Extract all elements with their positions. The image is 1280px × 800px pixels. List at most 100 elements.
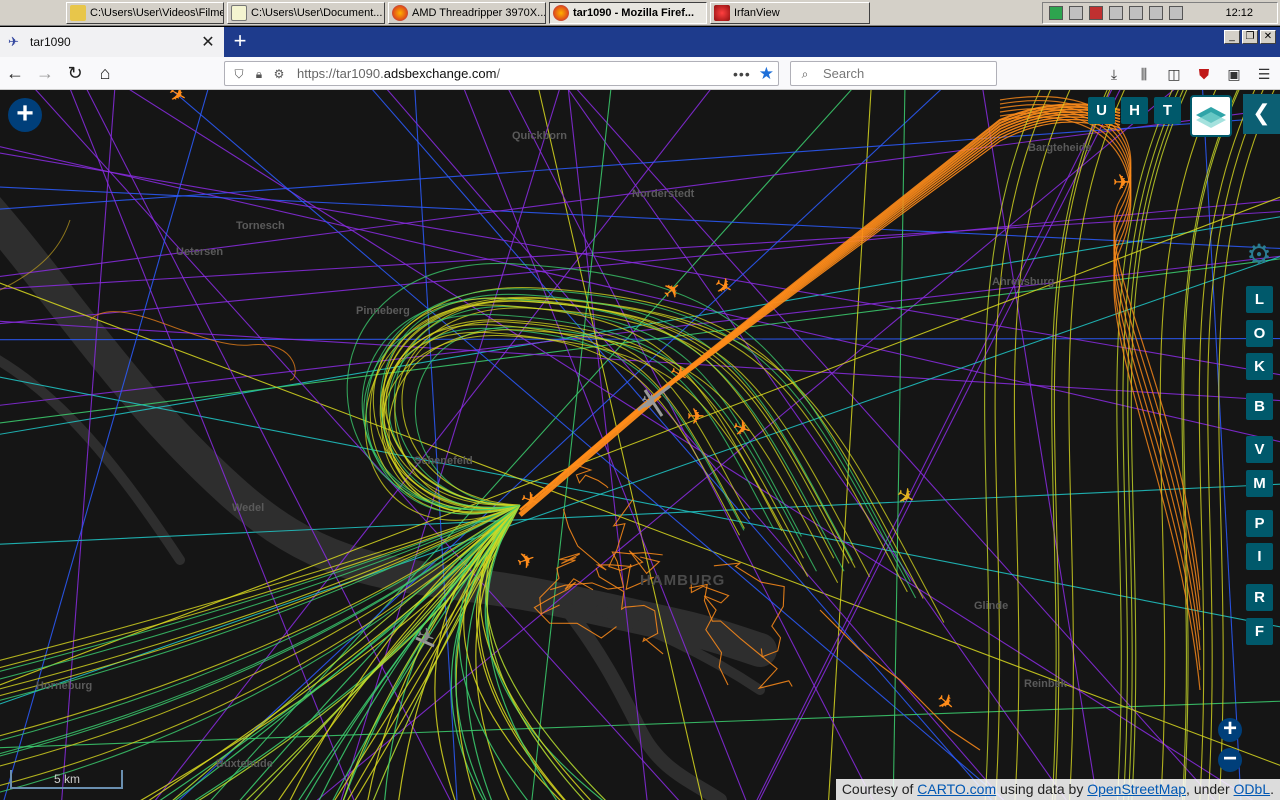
close-window-button[interactable]: ✕ — [1260, 30, 1276, 44]
browser-navbar: ← → ↻ ⌂ ⛉ 🔒︎ ⚙ https://tar1090.adsbexcha… — [0, 57, 1280, 90]
flag-icon[interactable] — [1129, 6, 1143, 20]
aircraft-icon[interactable]: ✈ — [729, 414, 755, 444]
place-label: Quickborn — [512, 130, 568, 142]
taskbar-item-label: IrfanView — [734, 7, 780, 19]
page-actions-icon[interactable]: ••• — [733, 66, 751, 82]
tab-tar1090[interactable]: ✈ tar1090 ✕ — [0, 27, 224, 57]
scale-bar: 5 km — [10, 770, 123, 789]
place-label: Pinneberg — [356, 305, 410, 317]
taskbar-item-label: tar1090 - Mozilla Firef... — [573, 7, 695, 19]
taskbar-clock[interactable]: 12:12 — [1225, 7, 1253, 19]
reload-button[interactable]: ↻ — [64, 63, 86, 85]
taskbar-item-label: AMD Threadripper 3970X... — [412, 7, 546, 19]
minimize-button[interactable]: _ — [1224, 30, 1240, 44]
zoom-in-button[interactable]: + — [1218, 717, 1242, 742]
aircraft-icon[interactable]: ✈ — [517, 486, 543, 516]
usb-icon[interactable] — [1109, 6, 1123, 20]
toggle-button-h[interactable]: H — [1121, 97, 1148, 124]
airplane-favicon-icon: ✈ — [8, 34, 19, 49]
expand-sidebar-button[interactable]: + — [8, 98, 42, 132]
firefox-icon — [392, 5, 408, 21]
home-button[interactable]: ⌂ — [94, 63, 116, 85]
toggle-button-f[interactable]: F — [1246, 618, 1273, 645]
network-icon[interactable] — [1069, 6, 1083, 20]
osm-link[interactable]: OpenStreetMap — [1087, 781, 1186, 797]
aircraft-icon[interactable]: ✈ — [892, 481, 920, 512]
url-text: https://tar1090.adsbexchange.com/ — [297, 66, 501, 81]
search-icon: ⌕ — [801, 66, 809, 81]
lock-icon[interactable]: 🔒︎ — [251, 66, 267, 82]
downloads-icon[interactable]: ⤓ — [1104, 64, 1124, 84]
toggle-button-v[interactable]: V — [1246, 436, 1273, 463]
toggle-button-u[interactable]: U — [1088, 97, 1115, 124]
tab-title: tar1090 — [30, 35, 71, 49]
aircraft-icon[interactable]: ✈ — [164, 90, 192, 110]
toggle-button-i[interactable]: I — [1246, 543, 1273, 570]
shield-check-icon[interactable] — [1049, 6, 1063, 20]
forward-button[interactable]: → — [34, 63, 56, 85]
flight-map[interactable]: ✈ ✈ ✈ ✈ ✈ ✈ ✈ ✈ ✈ ✈ ✈ ✈ ✈ Quickborn Norderstedt Bargte… — [0, 90, 1280, 800]
place-label: Reinbek — [1024, 678, 1067, 690]
folder-icon — [70, 5, 86, 21]
toggle-button-m[interactable]: M — [1246, 470, 1273, 497]
irfanview-icon — [714, 5, 730, 21]
aircraft-icon[interactable]: ✈ — [1113, 170, 1131, 195]
place-label: Buxtehude — [216, 758, 273, 770]
place-label: Schenefeld — [414, 455, 473, 467]
bookmark-star-icon[interactable]: ★ — [759, 64, 774, 84]
taskbar-item-notepad[interactable]: C:\Users\User\Document... — [227, 2, 385, 24]
taskbar-item-label: C:\Users\User\Videos\Filme — [90, 7, 224, 19]
security-alert-icon[interactable] — [1089, 6, 1103, 20]
permissions-icon[interactable]: ⚙ — [271, 66, 287, 82]
menu-icon[interactable]: ☰ — [1254, 64, 1274, 84]
toggle-button-k[interactable]: K — [1246, 353, 1273, 380]
zoom-out-button[interactable]: − — [1218, 747, 1242, 772]
windows-taskbar: C:\Users\User\Videos\Filme C:\Users\User… — [0, 0, 1280, 26]
river-elbe — [0, 197, 777, 800]
toggle-button-b[interactable]: B — [1246, 393, 1273, 420]
back-button[interactable]: ← — [4, 63, 26, 85]
tab-close-icon[interactable]: ✕ — [200, 32, 216, 52]
search-bar[interactable]: ⌕ Search — [790, 61, 997, 86]
tracking-shield-icon[interactable]: ⛉ — [231, 66, 247, 82]
layers-icon — [1196, 107, 1226, 128]
url-bar[interactable]: ⛉ 🔒︎ ⚙ https://tar1090.adsbexchange.com/… — [224, 61, 779, 86]
new-tab-button[interactable]: + — [228, 30, 252, 54]
taskbar-item-label: C:\Users\User\Document... — [251, 7, 383, 19]
notepad-icon — [231, 5, 247, 21]
extension-icon[interactable]: ▣ — [1224, 64, 1244, 84]
layers-button[interactable] — [1190, 95, 1232, 137]
volume-icon[interactable] — [1169, 6, 1183, 20]
taskbar-item-explorer[interactable]: C:\Users\User\Videos\Filme — [66, 2, 224, 24]
toggle-button-o[interactable]: O — [1246, 320, 1273, 347]
place-label: Bargteheide — [1028, 142, 1092, 154]
place-label: Horneburg — [36, 680, 93, 692]
taskbar-item-firefox-tar1090[interactable]: tar1090 - Mozilla Firef... — [549, 2, 707, 24]
taskbar-item-firefox-amd[interactable]: AMD Threadripper 3970X... — [388, 2, 546, 24]
place-label: Tornesch — [236, 220, 285, 232]
aircraft-icon[interactable]: ✈ — [687, 404, 705, 429]
toggle-button-l[interactable]: L — [1246, 286, 1273, 313]
settings-gear-icon[interactable]: ⚙ — [1244, 240, 1274, 270]
place-label: Uetersen — [176, 246, 224, 258]
maximize-button[interactable]: ❐ — [1242, 30, 1258, 44]
carto-link[interactable]: CARTO.com — [917, 781, 996, 797]
odbl-link[interactable]: ODbL — [1234, 781, 1271, 797]
toggle-button-t[interactable]: T — [1154, 97, 1181, 124]
place-label: Norderstedt — [632, 188, 695, 200]
aircraft-icon[interactable]: ✈ — [657, 275, 687, 306]
toggle-button-p[interactable]: P — [1246, 510, 1273, 537]
library-icon[interactable]: ⫼ — [1134, 64, 1154, 84]
system-tray: 12:12 — [1042, 2, 1278, 24]
sidebar-icon[interactable]: ◫ — [1164, 64, 1184, 84]
ublock-icon[interactable]: ⛊ — [1194, 64, 1214, 84]
monitor-icon[interactable] — [1149, 6, 1163, 20]
firefox-icon — [553, 5, 569, 21]
toggle-button-r[interactable]: R — [1246, 584, 1273, 611]
aircraft-icon[interactable]: ✈ — [513, 546, 539, 576]
taskbar-item-irfanview[interactable]: IrfanView — [710, 2, 870, 24]
window-controls: _ ❐ ✕ — [1224, 30, 1276, 44]
search-input[interactable]: Search — [817, 66, 864, 81]
place-label: HAMBURG — [640, 572, 726, 589]
collapse-sidebar-button[interactable]: ❮ — [1243, 94, 1280, 134]
